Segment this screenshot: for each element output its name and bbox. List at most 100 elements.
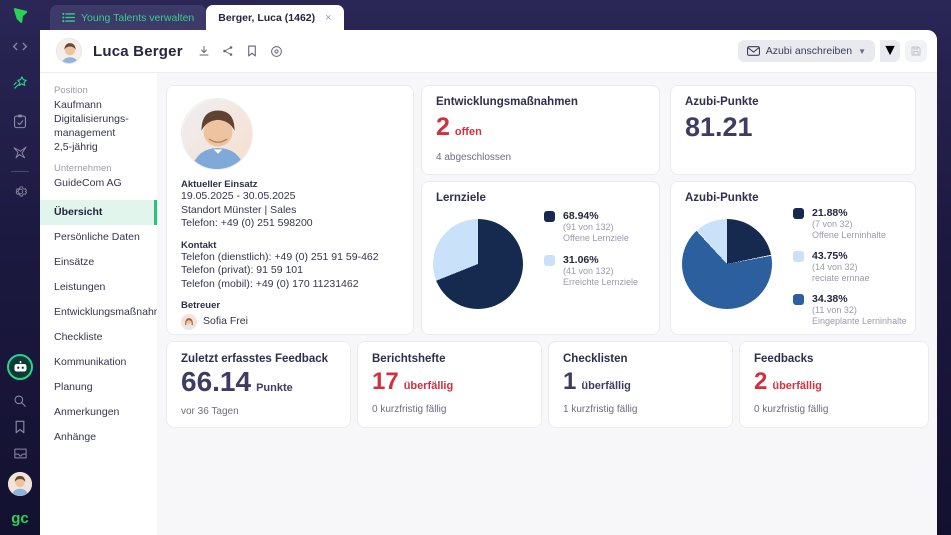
lernziele-legend: 68.94% (91 von 132) Offene Lernziele 31.… — [544, 210, 638, 288]
tab-berger-luca[interactable]: Berger, Luca (1462) × — [206, 5, 343, 30]
sidebar: Position Kaufmann Digitalisierungs- mana… — [40, 73, 157, 535]
card-title: Feedbacks — [754, 353, 914, 365]
circle-badge-icon[interactable] — [269, 44, 284, 59]
legend-item: 31.06% (41 von 132) Erreichte Lernziele — [544, 254, 638, 288]
company-value: GuideCom AG — [54, 176, 147, 190]
legend-swatch — [544, 255, 555, 266]
bird-icon[interactable] — [0, 139, 40, 165]
sidebar-item-kommunikation[interactable]: Kommunikation — [40, 350, 157, 375]
page-title: Luca Berger — [93, 43, 183, 60]
inbox-icon[interactable] — [0, 440, 40, 466]
button-label: Azubi anschreiben — [766, 45, 852, 57]
sidebar-item-checkliste[interactable]: Checkliste — [40, 325, 157, 350]
reports-card: Berichtshefte 17überfällig 0 kurzfristig… — [357, 341, 542, 428]
azubi-punkte-pie-chart — [682, 219, 772, 309]
feedbacks-card: Feedbacks 2überfällig 0 kurzfristig fäll… — [739, 341, 929, 428]
feedbacks-value: 2überfällig — [754, 368, 914, 400]
sidebar-item-einsaetze[interactable]: Einsätze — [40, 250, 157, 275]
card-title: Zuletzt erfasstes Feedback — [181, 353, 336, 365]
development-sub: 4 abgeschlossen — [436, 152, 645, 163]
checklists-card: Checklisten 1überfällig 1 kurzfristig fä… — [548, 341, 733, 428]
sidebar-item-uebersicht[interactable]: Übersicht — [40, 200, 157, 225]
last-feedback-card: Zuletzt erfasstes Feedback 66.14Punkte v… — [166, 341, 351, 428]
feedback-sub: vor 36 Tagen — [181, 406, 336, 417]
azubi-anschreiben-button[interactable]: Azubi anschreiben ▼ — [738, 40, 875, 62]
content-window: Luca Berger Azubi anschreiben ▼ — [40, 30, 937, 535]
profile-card: Aktueller Einsatz 19.05.2025 - 30.05.202… — [166, 85, 414, 335]
company-label: Unternehmen — [54, 163, 147, 174]
tab-label: Berger, Luca (1462) — [218, 12, 315, 24]
position-value: Kaufmann Digitalisierungs- management 2,… — [54, 98, 147, 154]
position-label: Position — [54, 85, 147, 96]
save-button[interactable] — [905, 40, 927, 62]
development-card: Entwicklungsmaßnahmen 2offen 4 abgeschlo… — [421, 85, 660, 175]
card-title: Azubi-Punkte — [685, 96, 901, 108]
checklists-value: 1überfällig — [563, 368, 718, 400]
sidebar-nav: Übersicht Persönliche Daten Einsätze Lei… — [40, 200, 157, 450]
legend-item: 34.38% (11 von 32) Eingeplante Lerninhal… — [793, 293, 907, 327]
phone-private: Telefon (privat): 91 59 101 — [181, 264, 399, 278]
lernziele-pie-chart — [433, 219, 523, 309]
header-avatar — [56, 38, 82, 64]
search-icon[interactable] — [0, 388, 40, 414]
download-icon[interactable] — [197, 44, 212, 59]
legend-swatch — [793, 294, 804, 305]
gc-logo: gc — [11, 510, 29, 527]
profile-photo — [181, 98, 253, 170]
chevron-down-icon: ▼ — [882, 42, 898, 60]
bookmark-icon[interactable] — [245, 44, 260, 59]
left-rail: gc — [0, 0, 40, 535]
share-icon[interactable] — [221, 44, 236, 59]
reports-sub: 0 kurzfristig fällig — [372, 404, 527, 415]
supervisor-label: Betreuer — [181, 300, 399, 311]
reports-value: 17überfällig — [372, 368, 527, 400]
tab-label: Young Talents verwalten — [81, 12, 194, 24]
contact-label: Kontakt — [181, 240, 399, 251]
chart-title: Lernziele — [436, 192, 645, 204]
legend-swatch — [544, 211, 555, 222]
clipboard-icon[interactable] — [0, 108, 40, 134]
tab-young-talents[interactable]: Young Talents verwalten — [50, 5, 206, 30]
sidebar-item-planung[interactable]: Planung — [40, 375, 157, 400]
assistant-robot-avatar[interactable] — [7, 354, 33, 380]
rail-divider — [11, 171, 29, 172]
sidebar-item-anhaenge[interactable]: Anhänge — [40, 425, 157, 450]
chart-title: Azubi-Punkte — [685, 192, 901, 204]
assignment-phone: Telefon: +49 (0) 251 598200 — [181, 217, 399, 231]
mail-icon — [747, 46, 760, 56]
azubi-points-value: 81.21 — [685, 112, 901, 142]
berufsschule-dropdown-button[interactable]: ▼ — [880, 40, 900, 62]
phone-work: Telefon (dienstlich): +49 (0) 251 91 59-… — [181, 251, 399, 265]
azubi-punkte-chart-card: Azubi-Punkte 21.88% (7 von 32) Offene Le… — [670, 181, 916, 335]
azubi-points-card: Azubi-Punkte 81.21 — [670, 85, 916, 175]
record-header: Luca Berger Azubi anschreiben ▼ — [40, 30, 937, 73]
sidebar-item-entwicklungsmassnahmen[interactable]: Entwicklungsmaßnahmen — [40, 300, 157, 325]
legend-swatch — [793, 251, 804, 262]
list-icon — [62, 12, 75, 23]
supervisor-name: Sofia Frei — [203, 315, 248, 329]
close-icon[interactable]: × — [325, 12, 331, 24]
assignment-location: Standort Münster | Sales — [181, 204, 399, 218]
user-avatar[interactable] — [8, 472, 32, 496]
sidebar-item-leistungen[interactable]: Leistungen — [40, 275, 157, 300]
sidebar-item-persoenliche-daten[interactable]: Persönliche Daten — [40, 225, 157, 250]
gear-icon[interactable] — [0, 178, 40, 204]
supervisor-avatar — [181, 314, 197, 330]
main-content: Aktueller Einsatz 19.05.2025 - 30.05.202… — [157, 73, 937, 535]
bookmark-icon[interactable] — [0, 414, 40, 440]
card-title: Checklisten — [563, 353, 718, 365]
collapse-chevrons-icon[interactable] — [0, 33, 40, 59]
tab-bar: Young Talents verwalten Berger, Luca (14… — [40, 0, 951, 30]
card-title: Berichtshefte — [372, 353, 527, 365]
chevron-down-icon: ▼ — [858, 47, 866, 56]
lernziele-chart-card: Lernziele 68.94% (91 von 132) Offene Ler… — [421, 181, 660, 335]
assignment-label: Aktueller Einsatz — [181, 179, 399, 190]
young-talents-icon[interactable] — [0, 69, 40, 95]
development-value: 2offen — [436, 112, 645, 147]
sidebar-item-anmerkungen[interactable]: Anmerkungen — [40, 400, 157, 425]
phone-mobile: Telefon (mobil): +49 (0) 170 11231462 — [181, 278, 399, 292]
checklists-sub: 1 kurzfristig fällig — [563, 404, 718, 415]
app-logo-icon — [12, 7, 29, 24]
legend-item: 68.94% (91 von 132) Offene Lernziele — [544, 210, 638, 244]
supervisor[interactable]: Sofia Frei — [181, 314, 399, 330]
